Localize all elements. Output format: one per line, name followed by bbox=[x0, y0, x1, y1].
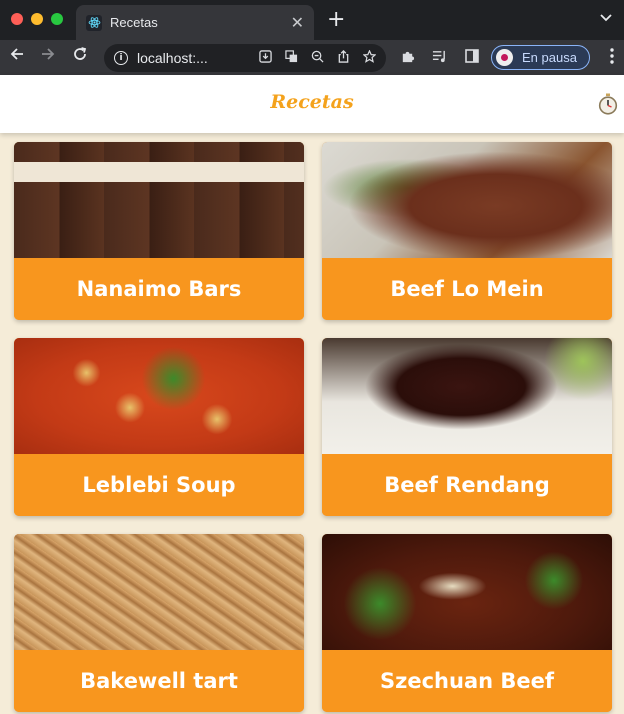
zoom-out-icon[interactable] bbox=[310, 50, 324, 67]
recipe-card[interactable]: Beef Lo Mein bbox=[322, 142, 612, 320]
profile-paused-button[interactable]: En pausa bbox=[491, 45, 590, 70]
media-controls-icon[interactable] bbox=[432, 49, 447, 68]
profile-avatar bbox=[496, 49, 513, 66]
tab-title: Recetas bbox=[110, 15, 158, 30]
back-arrow-icon[interactable] bbox=[9, 46, 25, 68]
side-panel-icon[interactable] bbox=[465, 49, 479, 67]
new-tab-button[interactable]: + bbox=[327, 8, 345, 32]
address-bar[interactable]: i localhost:... bbox=[104, 44, 386, 72]
recipe-image bbox=[322, 338, 612, 454]
recipe-image bbox=[322, 142, 612, 258]
recipe-image bbox=[14, 534, 304, 650]
window-controls bbox=[11, 13, 63, 25]
recipe-name: Nanaimo Bars bbox=[14, 258, 304, 320]
bookmark-star-icon[interactable] bbox=[361, 48, 377, 67]
reload-icon[interactable] bbox=[72, 46, 88, 68]
install-app-icon[interactable] bbox=[258, 49, 272, 67]
recipe-name: Beef Rendang bbox=[322, 454, 612, 516]
tab-close-icon[interactable]: ✕ bbox=[291, 14, 304, 31]
browser-menu-icon[interactable] bbox=[610, 48, 614, 68]
recipe-card[interactable]: Leblebi Soup bbox=[14, 338, 304, 516]
minimize-window-button[interactable] bbox=[31, 13, 43, 25]
recipe-name: Bakewell tart bbox=[14, 650, 304, 712]
browser-tab-bar: Recetas ✕ + bbox=[0, 0, 624, 40]
recipe-card[interactable]: Beef Rendang bbox=[322, 338, 612, 516]
react-favicon-icon bbox=[86, 14, 102, 31]
recipe-card[interactable]: Nanaimo Bars bbox=[14, 142, 304, 320]
app-header: Recetas bbox=[0, 75, 624, 133]
share-icon[interactable] bbox=[336, 49, 350, 67]
recipe-name: Beef Lo Mein bbox=[322, 258, 612, 320]
tab-search-chevron-icon[interactable] bbox=[600, 11, 612, 25]
extensions-puzzle-icon[interactable] bbox=[400, 49, 415, 68]
recipe-card[interactable]: Bakewell tart bbox=[14, 534, 304, 712]
browser-toolbar: i localhost:... En pausa bbox=[0, 40, 624, 75]
maximize-window-button[interactable] bbox=[51, 13, 63, 25]
profile-status-label: En pausa bbox=[522, 50, 577, 65]
close-window-button[interactable] bbox=[11, 13, 23, 25]
translate-icon[interactable] bbox=[284, 49, 298, 67]
recipe-image bbox=[14, 338, 304, 454]
recipe-name: Leblebi Soup bbox=[14, 454, 304, 516]
site-info-icon[interactable]: i bbox=[114, 51, 128, 65]
forward-arrow-icon[interactable] bbox=[40, 46, 56, 68]
stopwatch-icon[interactable] bbox=[598, 93, 618, 115]
recipe-card[interactable]: Szechuan Beef bbox=[322, 534, 612, 712]
recipe-image bbox=[14, 142, 304, 258]
app-title: Recetas bbox=[270, 91, 354, 113]
address-bar-actions bbox=[258, 48, 377, 67]
browser-tab[interactable]: Recetas ✕ bbox=[76, 5, 314, 40]
recipe-image bbox=[322, 534, 612, 650]
url-text[interactable]: localhost:... bbox=[137, 50, 258, 66]
recipe-name: Szechuan Beef bbox=[322, 650, 612, 712]
